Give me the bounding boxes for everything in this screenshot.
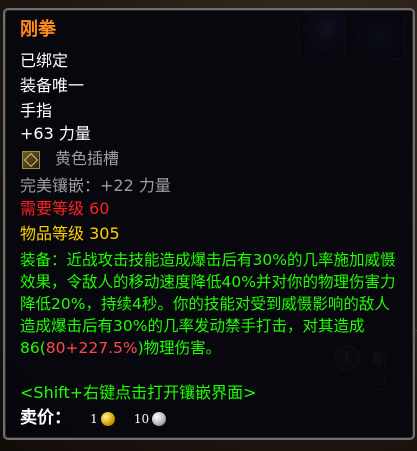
gold-coin-icon — [100, 411, 115, 426]
sell-price: 卖价： 1 10 — [20, 408, 167, 429]
item-name: 刚拳 — [20, 19, 56, 40]
silver-amount: 10 — [133, 412, 150, 426]
item-tooltip: 刚拳 已绑定 装备唯一 手指 +63 力量 黄色插槽 完美镶嵌：+22 力量 需… — [3, 8, 415, 440]
gold-amount: 1 — [90, 412, 98, 426]
sell-price-label: 卖价： — [20, 408, 71, 428]
item-stat: +63 力量 — [20, 124, 91, 143]
socket-hint: <Shift+右键点击打开镶嵌界面> — [20, 383, 257, 402]
item-binding: 已绑定 — [20, 51, 69, 70]
required-level-label: 需要等级 — [20, 199, 85, 218]
item-slot: 手指 — [20, 101, 53, 120]
socket-text: 黄色插槽 — [55, 149, 120, 168]
required-level: 需要等级 60 — [20, 199, 109, 219]
item-level: 物品等级 305 — [20, 224, 120, 244]
socket-bonus: 完美镶嵌：+22 力量 — [20, 176, 171, 195]
required-level-value: 60 — [89, 199, 110, 218]
yellow-socket-icon — [22, 151, 40, 169]
silver-coin-icon — [152, 411, 167, 426]
item-level-value: 305 — [89, 224, 120, 243]
item-level-label: 物品等级 — [20, 224, 85, 243]
item-unique: 装备唯一 — [20, 76, 85, 95]
effect-formula: 80+227.5% — [45, 339, 138, 357]
effect-text-2: )物理伤害。 — [137, 339, 222, 357]
equip-effect: 装备：近战攻击技能造成爆击后有30%的几率施加威慑效果，令敌人的移动速度降低40… — [20, 249, 404, 359]
